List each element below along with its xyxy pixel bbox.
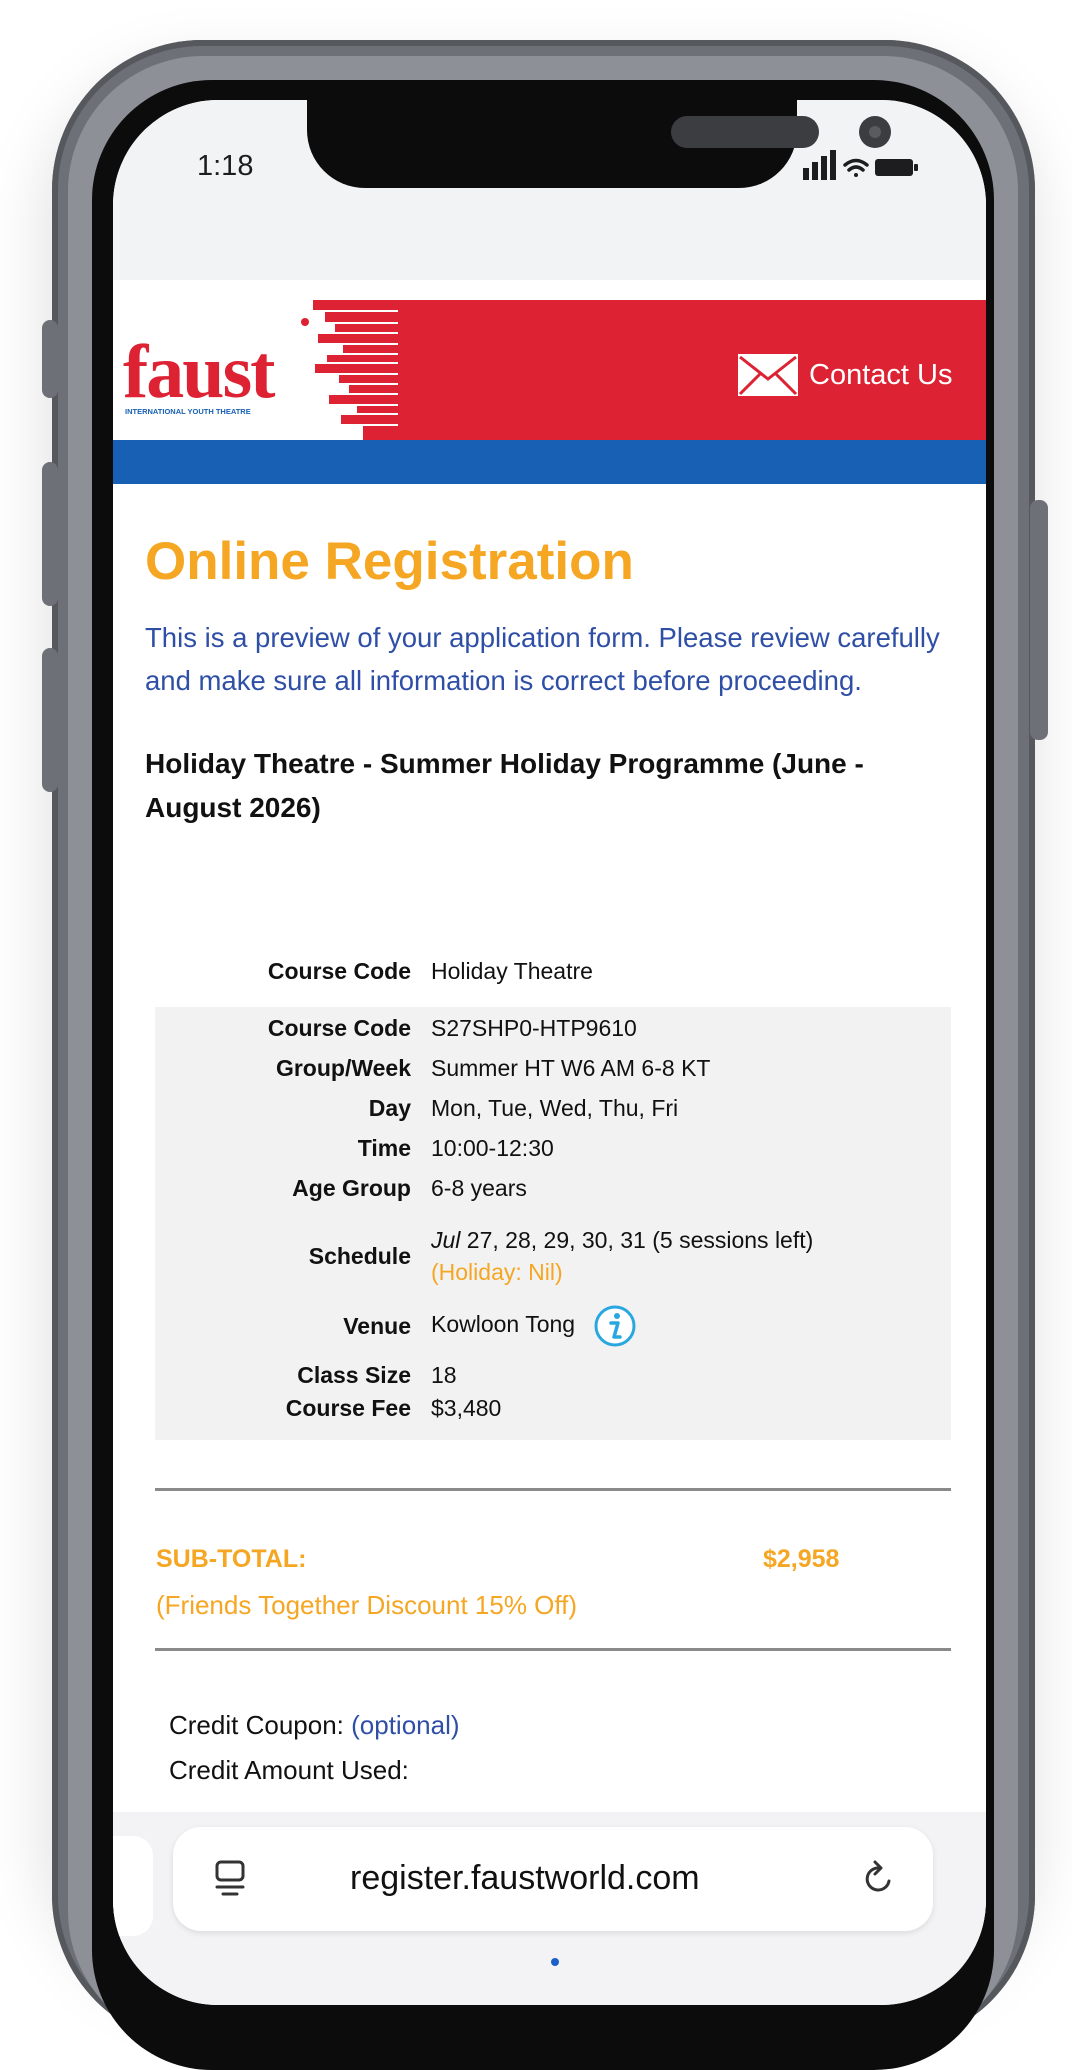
schedule-dates: 27, 28, 29, 30, 31 (5 sessions left) [460, 1227, 814, 1253]
volume-up-button [42, 462, 58, 606]
course-details-table: Course Code S27SHP0-HTP9610 Group/Week S… [155, 1015, 951, 1435]
logo-text: faust [123, 330, 275, 414]
page-title: Online Registration [145, 532, 634, 591]
mute-switch [42, 320, 58, 398]
intro-text: This is a preview of your application fo… [145, 621, 940, 696]
schedule-holiday: (Holiday: Nil) [431, 1259, 563, 1285]
info-icon[interactable] [593, 1304, 637, 1348]
detail-row-group-week: Group/Week Summer HT W6 AM 6-8 KT [155, 1055, 951, 1095]
detail-row-day: Day Mon, Tue, Wed, Thu, Fri [155, 1095, 951, 1135]
detail-label: Schedule [308, 1242, 411, 1269]
credit-amount-label: Credit Amount Used: [169, 1755, 409, 1785]
detail-label: Course Code [267, 958, 411, 984]
previous-tab-preview[interactable] [113, 1836, 153, 1936]
front-camera [859, 116, 891, 148]
signal-icon [803, 150, 836, 180]
venue-name: Kowloon Tong [431, 1311, 576, 1338]
detail-value-venue: Kowloon Tong [431, 1304, 951, 1348]
power-button [1030, 500, 1048, 740]
divider [155, 1488, 951, 1491]
notch [307, 100, 891, 188]
detail-row-venue: Venue Kowloon Tong [155, 1297, 951, 1355]
divider [155, 1648, 951, 1651]
contact-us-label: Contact Us [809, 358, 953, 391]
status-icons [803, 150, 918, 180]
battery-icon [875, 159, 918, 176]
course-name-row: Course Code Holiday Theatre [155, 958, 951, 985]
detail-value: 10:00-12:30 [431, 1135, 554, 1161]
detail-label: Day [368, 1095, 411, 1121]
detail-row-course-code: Course Code S27SHP0-HTP9610 [155, 1015, 951, 1055]
detail-value: Holiday Theatre [431, 958, 593, 984]
detail-label: Class Size [297, 1361, 411, 1388]
detail-value: Mon, Tue, Wed, Thu, Fri [431, 1095, 679, 1121]
status-time: 1:18 [197, 150, 254, 182]
page-menu-icon[interactable] [213, 1859, 249, 1899]
contact-us-link[interactable]: Contact Us [737, 353, 952, 397]
detail-row-course-fee: Course Fee $3,480 [155, 1395, 951, 1435]
subtotal-label: SUB-TOTAL: [156, 1545, 307, 1573]
url-text[interactable]: register.faustworld.com [350, 1859, 700, 1898]
detail-row-class-size: Class Size 18 [155, 1355, 951, 1395]
logo-area[interactable]: faust INTERNATIONAL YOUTH THEATRE [113, 300, 398, 440]
detail-label: Venue [343, 1312, 411, 1339]
credit-coupon-label: Credit Coupon: [169, 1710, 344, 1740]
credit-coupon-optional: (optional) [351, 1710, 460, 1740]
envelope-icon [738, 354, 798, 396]
logo-subtext: INTERNATIONAL YOUTH THEATRE [125, 407, 251, 416]
detail-label: Group/Week [275, 1055, 411, 1081]
detail-value: Summer HT W6 AM 6-8 KT [431, 1055, 711, 1081]
speaker-grille [671, 116, 819, 148]
main-content: Online Registration This is a preview of… [145, 530, 965, 830]
credit-coupon-row: Credit Coupon: (optional) [169, 1710, 460, 1741]
schedule-month: Jul [431, 1227, 461, 1253]
volume-down-button [42, 648, 58, 792]
detail-value: S27SHP0-HTP9610 [431, 1015, 637, 1041]
detail-label: Course Code [267, 1015, 411, 1041]
discount-note: (Friends Together Discount 15% Off) [156, 1590, 578, 1620]
detail-value: $3,480 [431, 1395, 502, 1421]
wifi-icon [843, 158, 869, 177]
header-blue-band [113, 440, 986, 484]
detail-value: 18 [431, 1361, 457, 1388]
detail-row-schedule: Schedule Jul 27, 28, 29, 30, 31 (5 sessi… [155, 1215, 951, 1297]
detail-value: 6-8 years [431, 1175, 527, 1201]
detail-row-time: Time 10:00-12:30 [155, 1135, 951, 1175]
faust-logo: faust INTERNATIONAL YOUTH THEATRE [123, 300, 398, 440]
detail-row-age-group: Age Group 6-8 years [155, 1175, 951, 1215]
detail-label: Course Fee [285, 1395, 411, 1421]
course-title: Holiday Theatre - Summer Holiday Program… [145, 747, 864, 823]
detail-value-schedule: Jul 27, 28, 29, 30, 31 (5 sessions left)… [431, 1224, 951, 1288]
phone-screen: 1:18 faust INTERNATIONAL YOUTH THEATRE C… [113, 100, 986, 2005]
detail-label: Age Group [292, 1175, 411, 1201]
reload-icon[interactable] [859, 1859, 899, 1899]
page-indicator-dot [551, 1958, 559, 1966]
subtotal-value: $2,958 [763, 1545, 840, 1573]
detail-label: Time [357, 1135, 411, 1161]
